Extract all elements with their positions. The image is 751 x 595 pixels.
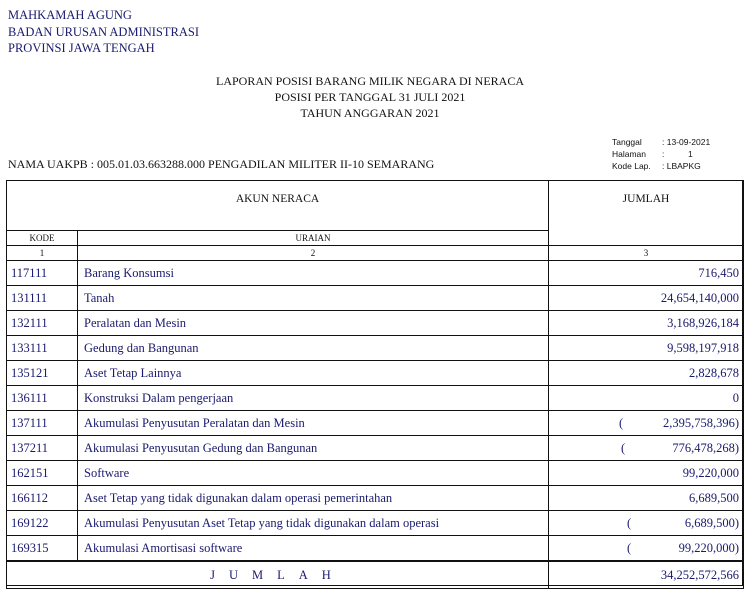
row-jumlah: 0 <box>548 385 744 411</box>
row-kode: 137111 <box>6 410 78 436</box>
row-jumlah: 24,654,140,000 <box>548 285 744 311</box>
row-kode: 137211 <box>6 435 78 461</box>
row-uraian: Konstruksi Dalam pengerjaan <box>77 385 549 411</box>
row-uraian: Tanah <box>77 285 549 311</box>
table-row: 117111 Barang Konsumsi 716,450 <box>6 260 744 286</box>
total-label: JUMLAH <box>6 560 549 589</box>
row-jumlah: 99,220,000 <box>548 460 744 486</box>
table-row: 137211 Akumulasi Penyusutan Gedung dan B… <box>6 435 744 461</box>
col-header-uraian: URAIAN <box>77 230 549 246</box>
row-jumlah: (6,689,500) <box>548 510 744 536</box>
row-jumlah: (2,395,758,396) <box>548 410 744 436</box>
tanggal-label: Tanggal <box>612 137 642 147</box>
row-kode: 131111 <box>6 285 78 311</box>
row-jumlah-value: 99,220,000) <box>678 540 739 555</box>
neraca-table: AKUN NERACA JUMLAH KODE URAIAN 1 2 3 117… <box>6 180 744 589</box>
halaman-label: Halaman <box>612 149 647 159</box>
col-header-jumlah: JUMLAH <box>548 180 744 246</box>
org-line-2: BADAN URUSAN ADMINISTRASI <box>8 24 199 39</box>
kode-lap-value: : LBAPKG <box>662 161 701 171</box>
col-header-akun: AKUN NERACA <box>6 180 549 231</box>
row-uraian: Software <box>77 460 549 486</box>
table-row: 137111 Akumulasi Penyusutan Peralatan da… <box>6 410 744 436</box>
row-uraian: Akumulasi Penyusutan Aset Tetap yang tid… <box>77 510 549 536</box>
row-kode: 117111 <box>6 260 78 286</box>
row-jumlah-value: 2,395,758,396) <box>662 415 739 430</box>
row-uraian: Aset Tetap yang tidak digunakan dalam op… <box>77 485 549 511</box>
row-kode: 162151 <box>6 460 78 486</box>
row-jumlah-value: 776,478,268) <box>672 440 739 455</box>
halaman-value: 1 <box>688 149 693 159</box>
row-kode: 132111 <box>6 310 78 336</box>
row-uraian: Peralatan dan Mesin <box>77 310 549 336</box>
row-jumlah: 6,689,500 <box>548 485 744 511</box>
paren-open: ( <box>621 440 626 455</box>
report-meta: Tanggal: 13-09-2021 Halaman:1 Kode Lap.:… <box>612 136 716 172</box>
row-jumlah: (776,478,268) <box>548 435 744 461</box>
row-jumlah: 716,450 <box>548 260 744 286</box>
row-jumlah: 3,168,926,184 <box>548 310 744 336</box>
row-kode: 136111 <box>6 385 78 411</box>
table-row: 136111 Konstruksi Dalam pengerjaan 0 <box>6 385 744 411</box>
paren-open: ( <box>627 515 632 530</box>
row-uraian: Aset Tetap Lainnya <box>77 360 549 386</box>
total-row: JUMLAH 34,252,572,566 <box>6 560 744 589</box>
table-row: 162151 Software 99,220,000 <box>6 460 744 486</box>
row-jumlah-value: 6,689,500) <box>684 515 739 530</box>
col-number-3: 3 <box>548 245 744 261</box>
row-kode: 169315 <box>6 535 78 562</box>
row-uraian: Akumulasi Penyusutan Peralatan dan Mesin <box>77 410 549 436</box>
table-row: 131111 Tanah 24,654,140,000 <box>6 285 744 311</box>
org-line-1: MAHKAMAH AGUNG <box>8 8 132 22</box>
kode-lap-label: Kode Lap. <box>612 161 651 171</box>
org-line-3: PROVINSI JAWA TENGAH <box>8 41 155 55</box>
table-row: 166112 Aset Tetap yang tidak digunakan d… <box>6 485 744 511</box>
col-number-1: 1 <box>6 245 78 261</box>
row-uraian: Gedung dan Bangunan <box>77 335 549 361</box>
row-kode: 166112 <box>6 485 78 511</box>
title-line-3: TAHUN ANGGARAN 2021 <box>300 106 440 120</box>
col-header-kode: KODE <box>6 230 78 246</box>
tanggal-value: : 13-09-2021 <box>662 137 711 147</box>
row-uraian: Akumulasi Amortisasi software <box>77 535 549 562</box>
table-row: 169315 Akumulasi Amortisasi software (99… <box>6 535 744 562</box>
row-jumlah: 9,598,197,918 <box>548 335 744 361</box>
row-jumlah: (99,220,000) <box>548 535 744 562</box>
report-title: LAPORAN POSISI BARANG MILIK NEGARA DI NE… <box>0 73 740 121</box>
row-kode: 135121 <box>6 360 78 386</box>
paren-open: ( <box>627 540 632 555</box>
table-row: 169122 Akumulasi Penyusutan Aset Tetap y… <box>6 510 744 536</box>
row-uraian: Akumulasi Penyusutan Gedung dan Bangunan <box>77 435 549 461</box>
row-uraian: Barang Konsumsi <box>77 260 549 286</box>
total-value: 34,252,572,566 <box>548 560 744 589</box>
organization-header: MAHKAMAH AGUNG BADAN URUSAN ADMINISTRASI… <box>8 7 199 57</box>
title-line-2: POSISI PER TANGGAL 31 JULI 2021 <box>274 90 466 104</box>
table-row: 135121 Aset Tetap Lainnya 2,828,678 <box>6 360 744 386</box>
row-jumlah: 2,828,678 <box>548 360 744 386</box>
row-kode: 133111 <box>6 335 78 361</box>
table-row: 133111 Gedung dan Bangunan 9,598,197,918 <box>6 335 744 361</box>
table-row: 132111 Peralatan dan Mesin 3,168,926,184 <box>6 310 744 336</box>
paren-open: ( <box>619 415 624 430</box>
row-kode: 169122 <box>6 510 78 536</box>
title-line-1: LAPORAN POSISI BARANG MILIK NEGARA DI NE… <box>215 74 524 88</box>
col-number-2: 2 <box>77 245 549 261</box>
uakpb-line: NAMA UAKPB : 005.01.03.663288.000 PENGAD… <box>8 157 435 171</box>
